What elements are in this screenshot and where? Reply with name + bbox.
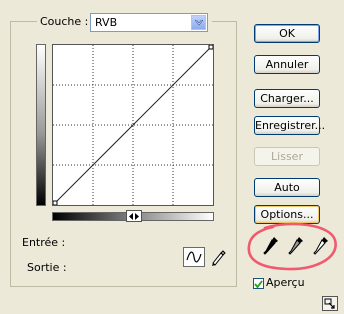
output-gradient-bar [36, 44, 46, 206]
input-label: Entrée : [22, 236, 66, 249]
chevron-down-icon[interactable] [191, 15, 206, 30]
output-label: Sortie : [27, 261, 67, 274]
preview-checkbox[interactable] [253, 278, 264, 289]
gray-eyedropper-icon[interactable] [287, 235, 305, 257]
channel-select[interactable]: RVB [90, 13, 208, 32]
curve-point-end [208, 44, 214, 50]
channel-label: Couche : [40, 15, 89, 28]
double-arrow-icon[interactable] [126, 210, 142, 222]
ok-button[interactable]: OK [254, 24, 320, 43]
white-eyedropper-icon[interactable] [312, 235, 330, 257]
curve-point-start [52, 200, 58, 206]
cancel-button[interactable]: Annuler [254, 55, 320, 74]
save-button[interactable]: Enregistrer... [254, 116, 325, 135]
expand-icon[interactable] [322, 296, 338, 311]
black-eyedropper-icon[interactable] [262, 235, 280, 257]
preview-label: Aperçu [266, 276, 305, 289]
channel-select-value: RVB [95, 16, 118, 29]
curve-icon[interactable] [183, 247, 205, 267]
smooth-button[interactable]: Lisser [254, 147, 320, 166]
auto-button[interactable]: Auto [254, 178, 320, 197]
curve-graph[interactable] [52, 44, 214, 206]
pencil-icon[interactable] [207, 247, 229, 267]
load-button[interactable]: Charger... [254, 89, 320, 108]
